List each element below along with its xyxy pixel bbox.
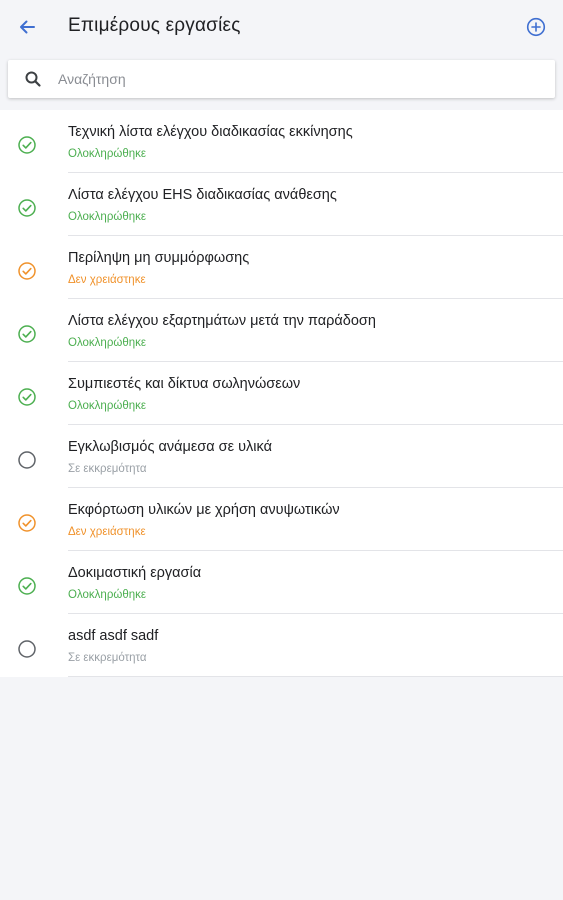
task-title: Συμπιεστές και δίκτυα σωληνώσεων (68, 376, 301, 392)
task-status: Δεν χρειάστηκε (68, 274, 146, 286)
task-row[interactable]: Λίστα ελέγχου εξαρτημάτων μετά την παράδ… (0, 299, 563, 362)
empty-circle-icon (18, 640, 36, 658)
empty-circle-icon (18, 451, 36, 469)
task-row[interactable]: Τεχνική λίστα ελέγχου διαδικασίας εκκίνη… (0, 110, 563, 173)
task-title: asdf asdf sadf (68, 628, 159, 644)
task-list: Τεχνική λίστα ελέγχου διαδικασίας εκκίνη… (0, 110, 563, 677)
task-status: Δεν χρειάστηκε (68, 526, 146, 538)
check-circle-green-icon (18, 388, 36, 406)
task-status: Ολοκληρώθηκε (68, 337, 147, 349)
check-circle-green-icon (18, 199, 36, 217)
task-row[interactable]: Περίληψη μη συμμόρφωσης Δεν χρειάστηκε (0, 236, 563, 299)
search-container (0, 54, 563, 106)
check-circle-green-icon (18, 136, 36, 154)
task-row[interactable]: Εγκλωβισμός ανάμεσα σε υλικά Σε εκκρεμότη… (0, 425, 563, 488)
task-row[interactable]: Λίστα ελέγχου EHS διαδικασίας ανάθεσης Ολ… (0, 173, 563, 236)
task-title: Δοκιμαστική εργασία (68, 565, 202, 581)
task-status: Σε εκκρεμότητα (68, 652, 147, 664)
app-root: Επιμέρους εργασίες Τεχνική λίστα ελέγχου… (0, 0, 563, 900)
check-circle-orange-icon (18, 262, 36, 280)
search-icon (25, 71, 41, 87)
task-title: Εγκλωβισμός ανάμεσα σε υλικά (68, 439, 272, 455)
task-title: Εκφόρτωση υλικών με χρήση ανυψωτικών (68, 502, 340, 518)
check-circle-orange-icon (18, 514, 36, 532)
divider (68, 676, 563, 677)
add-task-button[interactable] (525, 16, 547, 38)
page-title: Επιμέρους εργασίες (68, 15, 241, 36)
task-status: Σε εκκρεμότητα (68, 463, 147, 475)
back-button[interactable] (14, 14, 40, 40)
task-status: Ολοκληρώθηκε (68, 400, 147, 412)
task-title: Περίληψη μη συμμόρφωσης (68, 250, 250, 266)
task-row[interactable]: Συμπιεστές και δίκτυα σωληνώσεων Ολοκληρώ… (0, 362, 563, 425)
task-title: Λίστα ελέγχου EHS διαδικασίας ανάθεσης (68, 187, 337, 203)
search-input[interactable] (58, 60, 545, 98)
task-status: Ολοκληρώθηκε (68, 148, 147, 160)
task-title: Λίστα ελέγχου εξαρτημάτων μετά την παράδ… (68, 313, 376, 329)
task-row[interactable]: Δοκιμαστική εργασία Ολοκληρώθηκε (0, 551, 563, 614)
task-row[interactable]: Εκφόρτωση υλικών με χρήση ανυψωτικών Δεν … (0, 488, 563, 551)
header-bar: Επιμέρους εργασίες (0, 0, 563, 54)
arrow-left-icon (20, 20, 35, 34)
task-status: Ολοκληρώθηκε (68, 589, 147, 601)
check-circle-green-icon (18, 325, 36, 343)
check-circle-green-icon (18, 577, 36, 595)
task-status: Ολοκληρώθηκε (68, 211, 147, 223)
search-box[interactable] (8, 60, 555, 98)
task-title: Τεχνική λίστα ελέγχου διαδικασίας εκκίνη… (68, 124, 353, 140)
task-row[interactable]: asdf asdf sadf Σε εκκρεμότητα (0, 614, 563, 677)
plus-circle-icon (526, 17, 546, 37)
